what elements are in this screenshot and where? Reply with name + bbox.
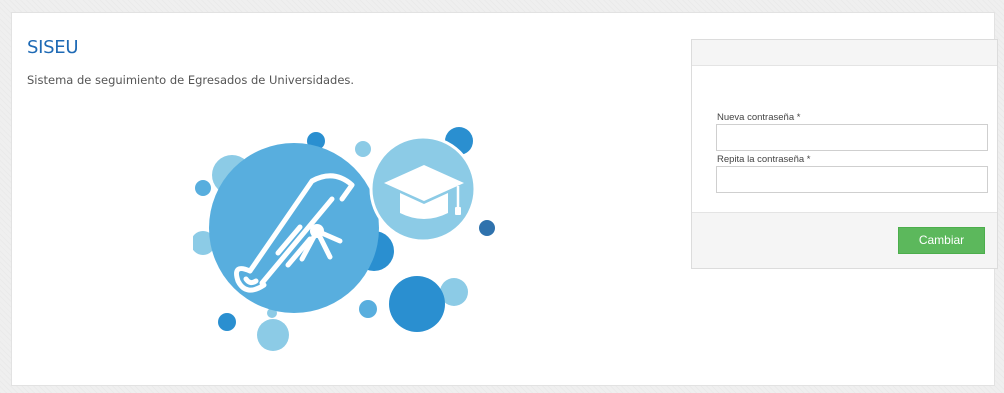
bubble — [359, 300, 377, 318]
bubble — [257, 319, 289, 351]
bubble — [355, 141, 371, 157]
app-title: SISEU — [27, 37, 79, 58]
bubble — [195, 180, 211, 196]
bubble — [218, 313, 236, 331]
repeat-password-label: Repita la contraseña * — [717, 154, 811, 165]
panel-footer: Cambiar — [692, 212, 997, 268]
new-password-field[interactable] — [716, 124, 988, 151]
panel-header — [692, 40, 997, 66]
change-password-button[interactable]: Cambiar — [898, 227, 985, 254]
diploma-badge — [209, 143, 379, 313]
change-password-panel: Nueva contraseña * Repita la contraseña … — [691, 39, 998, 269]
main-card: SISEU Sistema de seguimiento de Egresado… — [11, 12, 998, 386]
graduation-illustration — [193, 127, 495, 351]
app-subtitle: Sistema de seguimiento de Egresados de U… — [27, 73, 355, 87]
new-password-label: Nueva contraseña * — [717, 112, 801, 123]
bubble — [389, 276, 445, 332]
bubble — [479, 220, 495, 236]
diploma-seal — [310, 224, 324, 238]
repeat-password-field[interactable] — [716, 166, 988, 193]
